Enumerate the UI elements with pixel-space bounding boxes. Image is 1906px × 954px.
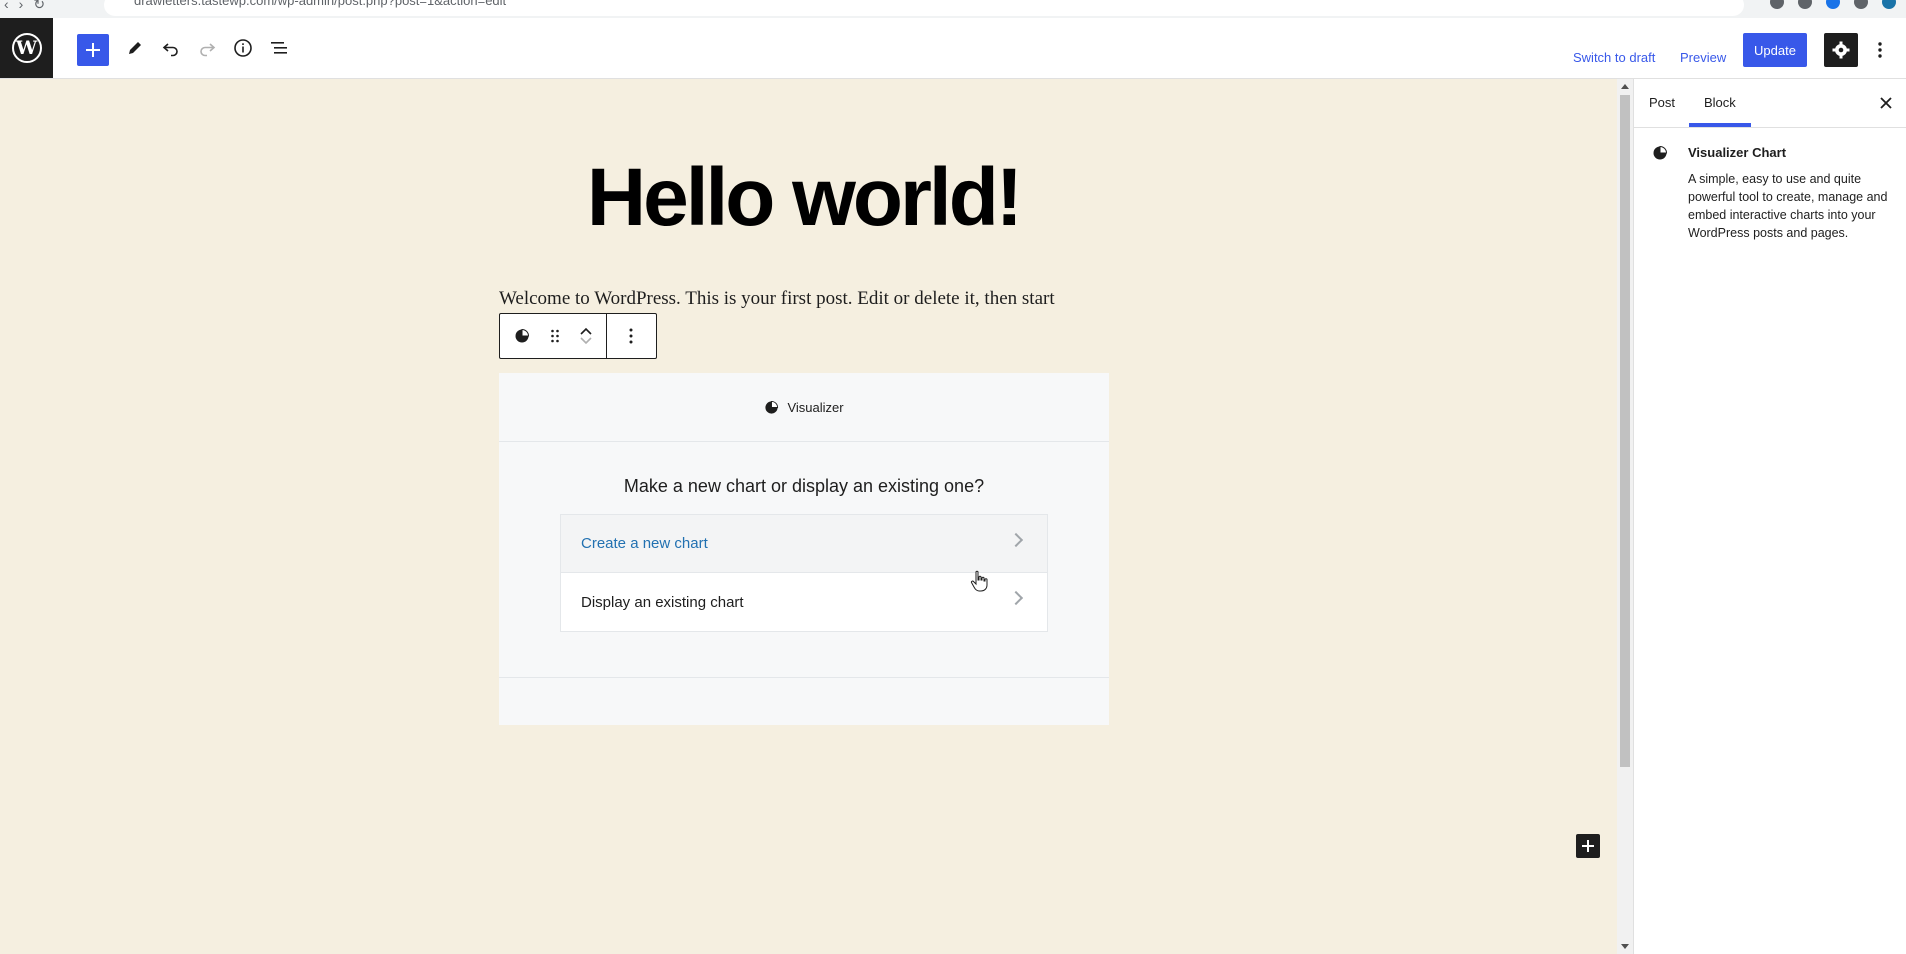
update-button[interactable]: Update [1743,33,1807,67]
post-title[interactable]: Hello world! [0,151,1607,245]
wordpress-logo-icon: W [11,33,42,63]
block-mover [566,314,606,358]
move-down-icon[interactable] [579,336,593,346]
settings-button[interactable] [1824,33,1858,67]
browser-toolbar: ‹›↻ drawletters.tastewp.com/wp-admin/pos… [0,0,1906,19]
scroll-down-icon[interactable] [1621,944,1629,949]
paragraph-block[interactable]: Welcome to WordPress. This is your first… [499,288,1055,310]
pencil-icon [129,42,141,54]
drag-handle[interactable] [544,314,566,358]
create-new-chart-button[interactable]: Create a new chart [561,515,1047,573]
browser-nav-icons[interactable]: ‹›↻ [4,0,55,13]
editor-canvas[interactable]: Hello world! Welcome to WordPress. This … [0,79,1617,954]
browser-extensions [1770,0,1896,9]
visualizer-block[interactable]: Visualizer Make a new chart or display a… [499,373,1109,725]
pie-chart-icon [515,328,530,343]
details-button[interactable] [228,33,258,63]
close-icon [1880,97,1892,109]
add-block-button[interactable] [77,34,109,66]
chevron-right-icon [1008,532,1024,548]
block-toolbar [499,313,657,359]
profile-avatar[interactable] [1882,0,1896,9]
gear-icon [1832,41,1850,59]
editor-header: W Switch to draft Preview Update [0,18,1906,79]
puzzle-icon[interactable] [1854,0,1868,9]
move-up-icon[interactable] [579,326,593,336]
settings-sidebar: Post Block Visualizer Chart A simple, ea… [1633,79,1906,954]
undo-icon [162,43,178,57]
scrollbar-thumb[interactable] [1620,95,1630,767]
undo-button[interactable] [156,33,186,63]
preview-button[interactable]: Preview [1680,50,1726,65]
visualizer-block-header: Visualizer [499,373,1109,442]
block-type-button[interactable] [500,314,544,358]
hand-cursor-icon [970,570,988,597]
list-view-button[interactable] [264,33,294,63]
canvas-scrollbar[interactable] [1617,79,1633,954]
redo-icon [200,43,216,57]
active-tab-indicator [1689,123,1751,127]
create-new-chart-label: Create a new chart [581,535,708,552]
block-card-title: Visualizer Chart [1688,145,1787,160]
sidebar-tabs: Post Block [1634,79,1906,128]
switch-to-draft-button[interactable]: Switch to draft [1573,50,1655,65]
vertical-ellipsis-icon [1878,42,1882,58]
block-card-description: A simple, easy to use and quite powerful… [1688,172,1888,240]
drag-handle-icon [551,329,559,343]
options-button[interactable] [1868,34,1892,66]
inserter-button[interactable] [1576,834,1600,858]
scroll-up-icon[interactable] [1621,84,1629,89]
visualizer-divider [499,677,1109,678]
tools-button[interactable] [120,33,150,63]
plus-icon [1582,840,1594,852]
extension-icon[interactable] [1770,0,1784,9]
redo-button[interactable] [192,33,222,63]
vertical-ellipsis-icon [629,328,633,344]
wordpress-logo-button[interactable]: W [0,18,53,78]
tab-post[interactable]: Post [1649,95,1675,110]
address-bar-url: drawletters.tastewp.com/wp-admin/post.ph… [134,0,507,8]
plus-icon [86,43,100,57]
address-bar[interactable]: drawletters.tastewp.com/wp-admin/post.ph… [104,0,1744,16]
close-sidebar-button[interactable] [1874,91,1898,115]
pie-chart-icon [1653,145,1668,160]
extension-icon[interactable] [1826,0,1840,9]
visualizer-label: Visualizer [787,399,844,415]
chevron-right-icon [1008,590,1024,606]
list-view-icon [271,42,287,54]
block-options-button[interactable] [607,314,655,358]
pie-chart-icon [765,400,779,414]
visualizer-question: Make a new chart or display an existing … [623,476,985,496]
display-existing-chart-label: Display an existing chart [581,593,744,611]
star-icon[interactable] [1798,0,1812,9]
info-icon [234,39,252,57]
tab-block[interactable]: Block [1704,95,1736,110]
